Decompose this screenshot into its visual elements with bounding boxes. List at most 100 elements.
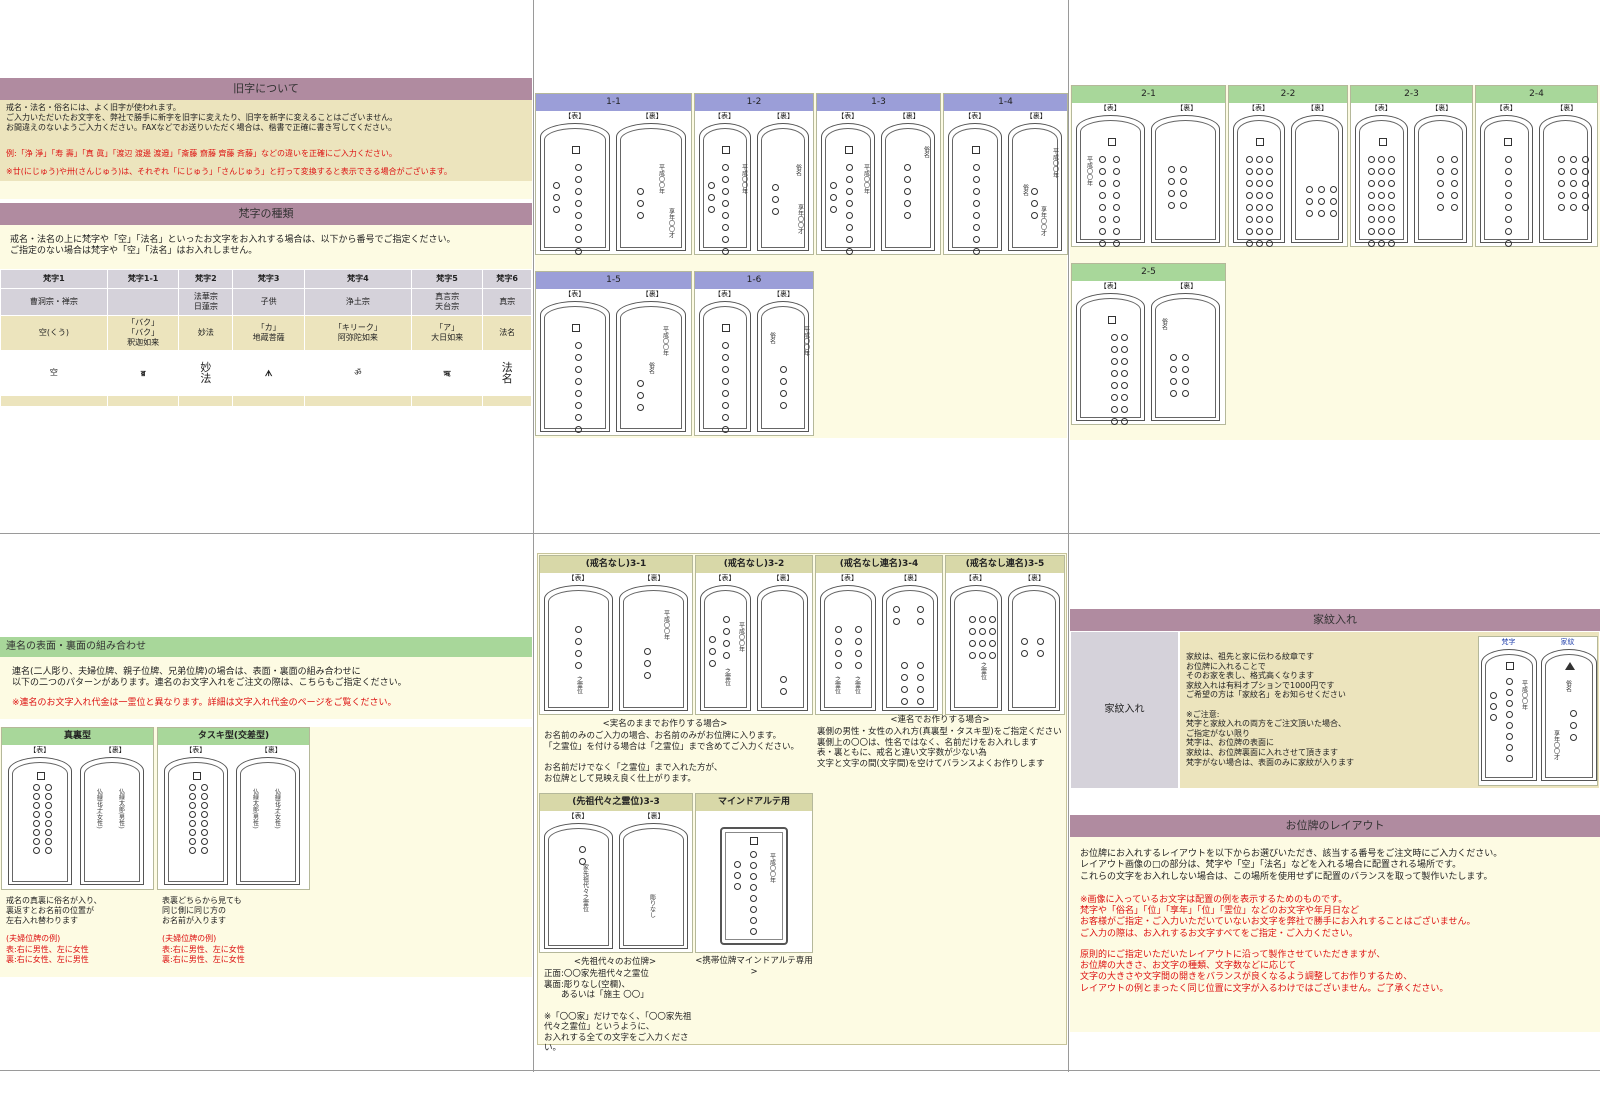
name-circle — [1506, 700, 1513, 707]
front-back-labels: 【表】 【裏】 — [540, 811, 692, 821]
name-circle — [575, 176, 582, 183]
name-circle — [201, 793, 208, 800]
back-label: 【裏】 — [1024, 574, 1045, 582]
name-circle — [1266, 192, 1273, 199]
name-circle — [1368, 216, 1375, 223]
tablet-outline: 之霊位 — [950, 585, 1002, 711]
kyuji-line: ご入力いただいたお文字を、弊社で勝手に新字を旧字に変えたり、旧字を新字に変えるこ… — [6, 113, 398, 122]
name-circle — [901, 698, 908, 705]
tablet-text: 之霊位 — [853, 676, 861, 694]
name-circle — [709, 660, 716, 667]
name-circle — [750, 873, 757, 880]
tablet-inner — [954, 590, 998, 708]
tablet-area: 平成〇〇年 — [1072, 113, 1225, 247]
name-circle — [901, 674, 908, 681]
name-circle — [45, 811, 52, 818]
name-circle — [1378, 192, 1385, 199]
bonji-section: 梵字の種類 戒名・法名の上に梵字や「空」「法名」といったお文字をお入れする場合は… — [0, 203, 532, 407]
name-circle — [722, 354, 729, 361]
tablet-inner — [168, 762, 224, 882]
name-circle — [1121, 370, 1128, 377]
tablet-text: 彫りなし — [648, 894, 656, 918]
name-circle — [33, 802, 40, 809]
name-circle — [1318, 210, 1325, 217]
name-circle — [708, 206, 715, 213]
tablet-text: 平成〇〇年 — [740, 164, 748, 194]
bonji-square — [750, 837, 758, 845]
tablet-area: 平成〇〇年 — [696, 811, 812, 952]
name-circle — [772, 196, 779, 203]
layout-label: 2-4 — [1476, 86, 1597, 103]
front-back-labels: 【表】 【裏】 — [695, 111, 813, 121]
tablet-text: 享年〇〇才 — [1039, 206, 1047, 236]
name-circle — [1121, 394, 1128, 401]
bonji-glyph: ᗑ — [233, 351, 304, 395]
layout-red-note: 原則的にご指定いただいたレイアウトに沿って製作させていただきますが、 お位牌の大… — [1080, 949, 1449, 994]
tablet-area: 俗名 — [1072, 291, 1225, 425]
name-circle — [780, 378, 787, 385]
layout-label: 2-3 — [1351, 86, 1472, 103]
name-circle — [644, 672, 651, 679]
bonji-name: 「カ」 地蔵菩薩 — [233, 316, 304, 350]
name-circle — [1121, 358, 1128, 365]
tablet-outline — [1151, 115, 1220, 243]
name-circle — [637, 404, 644, 411]
tablet-area: 平成〇〇年 俗名 — [817, 121, 940, 255]
name-circle — [1256, 192, 1263, 199]
name-circle — [1378, 168, 1385, 175]
name-circle — [1330, 210, 1337, 217]
bonji-square — [1506, 662, 1514, 670]
name-circle — [750, 862, 757, 869]
name-circle — [1168, 166, 1175, 173]
name-circle — [973, 176, 980, 183]
layout-card: 1-2 【表】 【裏】 平成〇〇年 俗名 享年〇〇才 — [694, 93, 814, 255]
tablet-inner — [1012, 590, 1056, 708]
name-circle — [575, 212, 582, 219]
name-circle — [1368, 156, 1375, 163]
name-circle — [1031, 212, 1038, 219]
tablet-outline: 平成〇〇年 俗名 享年〇〇才 — [1008, 123, 1062, 251]
name-circle — [45, 838, 52, 845]
name-circle — [1558, 204, 1565, 211]
name-circle — [1570, 156, 1577, 163]
tablet-outline: 家先祖代々之霊位 — [544, 823, 613, 949]
back-label: 【裏】 — [773, 112, 794, 120]
name-circle — [1558, 180, 1565, 187]
name-circle — [722, 224, 729, 231]
name-circle — [637, 212, 644, 219]
tablet-outline — [882, 585, 938, 711]
layout-card: (戒名なし)3-2 【表】 【裏】 之霊位 平成〇〇年 — [695, 555, 813, 715]
name-circle — [575, 354, 582, 361]
caption-mind: <携帯位牌マインドアルテ専用> — [695, 956, 813, 977]
name-circle — [1505, 228, 1512, 235]
bonji-header: 梵字1 — [1, 270, 107, 288]
bonji-header: 梵字3 — [233, 270, 304, 288]
name-circle — [722, 212, 729, 219]
name-circle — [904, 188, 911, 195]
name-circle — [1246, 168, 1253, 175]
tablet-outline: 平成〇〇年 — [699, 123, 751, 255]
layout-card: 1-5 【表】 【裏】 平成〇〇年 俗名 — [535, 271, 692, 436]
name-circle — [637, 188, 644, 195]
name-circle — [1451, 204, 1458, 211]
tablet-text: 平成〇〇年 — [802, 326, 810, 356]
front-label: 【表】 — [1495, 104, 1517, 112]
kyuji-line: お間違えのないようご入力ください。FAXなどでお送りいただく場合は、楷書で正確に… — [6, 123, 397, 132]
renmei-example: 表:右に男性、左に女性 裏:右に女性、左に男性 — [6, 945, 89, 964]
name-circle — [1505, 204, 1512, 211]
name-circle — [846, 236, 853, 243]
name-circle — [855, 650, 862, 657]
name-circle — [1266, 180, 1273, 187]
grid-divider — [0, 1070, 1600, 1071]
name-circle — [575, 188, 582, 195]
layout-card: (先祖代々之霊位)3-3 【表】 【裏】 家先祖代々之霊位 彫りなし — [539, 793, 693, 953]
layout-card: 2-4 【表】 【裏】 — [1475, 85, 1598, 247]
name-circle — [722, 188, 729, 195]
front-back-labels: 【表】 【裏】 — [1476, 103, 1597, 113]
bonji-glyph-row: 空 ॿ 妙 法 ᗑ ॐ ऋ 法 名 — [1, 351, 531, 395]
back-label: 【裏】 — [1556, 104, 1578, 112]
name-circle — [189, 820, 196, 827]
tablet-outline — [1414, 115, 1467, 243]
name-circle — [1121, 382, 1128, 389]
name-circle — [1378, 216, 1385, 223]
